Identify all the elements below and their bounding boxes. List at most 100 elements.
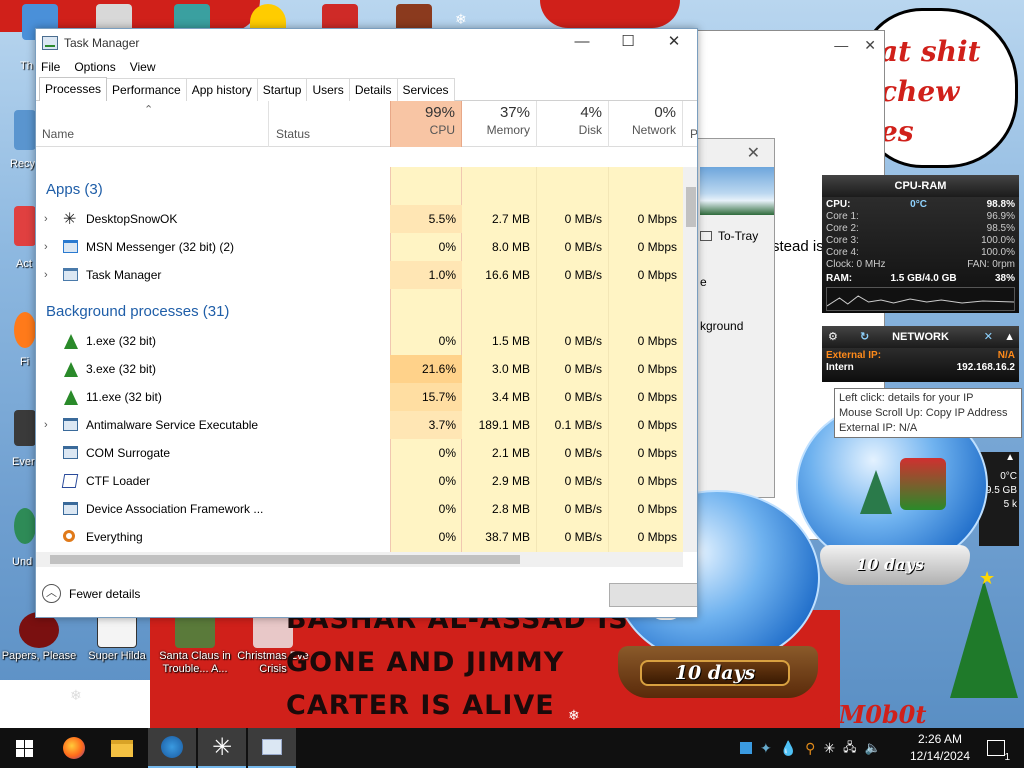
menu-file[interactable]: File	[41, 60, 60, 74]
fewer-details-button[interactable]: ︿ Fewer details	[42, 584, 140, 603]
ram-percent: 38%	[994, 273, 1015, 284]
process-row[interactable]: Everything 0% 38.7 MB 0 MB/s 0 Mbps	[36, 523, 683, 551]
collapse-icon[interactable]: ▲	[1004, 326, 1015, 348]
volume-icon[interactable]: 🔈	[865, 740, 881, 756]
tools-icon[interactable]: ✕	[984, 326, 993, 348]
network-gadget[interactable]: ⚙ ↻ NETWORK ✕ ▲ External IP: N/A Intern 19…	[822, 326, 1019, 382]
desktop-icon-santa-claus[interactable]: Santa Claus in Trouble... A...	[156, 612, 234, 676]
end-task-button[interactable]	[609, 583, 697, 607]
process-row[interactable]: › ✳ DesktopSnowOK 5.5% 2.7 MB 0 MB/s 0 Mbps	[36, 205, 683, 233]
taskbar-msn-messenger[interactable]	[148, 728, 196, 768]
snowflake-tray-icon[interactable]: ✳	[823, 740, 835, 757]
task-manager-window[interactable]: Task Manager — ☐ ✕ File Options View Pro…	[35, 28, 698, 618]
taskbar-firefox[interactable]	[50, 728, 98, 768]
process-network: 0 Mbps	[637, 334, 677, 348]
close-button[interactable]: ✕	[651, 29, 697, 57]
maximize-button[interactable]: ☐	[605, 29, 651, 57]
column-power[interactable]: P	[690, 127, 697, 141]
action-center-button[interactable]: 1	[972, 728, 1020, 768]
to-tray-button[interactable]: To-Tray	[700, 229, 758, 243]
firefox-icon[interactable]	[14, 312, 36, 348]
column-cpu[interactable]: 99% CPU	[390, 101, 462, 147]
scrollbar-thumb[interactable]	[686, 187, 696, 227]
expand-chevron-icon[interactable]: ›	[44, 205, 48, 233]
to-tray-label: To-Tray	[718, 229, 759, 243]
network-settings-icon[interactable]: ⚙	[828, 326, 838, 348]
column-disk[interactable]: 4% Disk	[536, 101, 608, 147]
desktop-icon-label[interactable]: Fi	[20, 356, 29, 368]
process-row[interactable]: Device Association Framework ... 0% 2.8 MB…	[36, 495, 683, 523]
taskbar-task-manager[interactable]	[248, 728, 296, 768]
process-cpu: 0%	[438, 240, 456, 254]
tree-icon	[63, 390, 79, 406]
snowflake-icon: ❄	[455, 11, 467, 27]
process-row[interactable]: 3.exe (32 bit) 21.6% 3.0 MB 0 MB/s 0 Mbps	[36, 355, 683, 383]
process-row[interactable]: 11.exe (32 bit) 15.7% 3.4 MB 0 MB/s 0 Mbps	[36, 383, 683, 411]
tab-startup[interactable]: Startup	[256, 78, 308, 101]
tab-app-history[interactable]: App history	[185, 78, 258, 101]
scrollbar-thumb[interactable]	[50, 555, 520, 564]
folder-icon	[111, 739, 133, 757]
network-icon[interactable]: 🖧	[843, 738, 856, 759]
process-memory: 1.5 MB	[491, 334, 530, 348]
tab-performance[interactable]: Performance	[106, 78, 187, 101]
process-row[interactable]: › MSN Messenger (32 bit) (2) 0% 8.0 MB 0 MB/…	[36, 233, 683, 261]
tab-processes[interactable]: Processes	[39, 77, 108, 101]
process-row[interactable]: CTF Loader 0% 2.9 MB 0 MB/s 0 Mbps	[36, 467, 683, 495]
horizontal-scrollbar[interactable]	[36, 552, 683, 567]
process-memory: 3.4 MB	[491, 390, 530, 404]
expand-chevron-icon[interactable]: ›	[44, 261, 48, 289]
desktop-icon-label[interactable]: Und	[12, 556, 32, 568]
close-icon[interactable]: ✕	[747, 143, 760, 163]
column-network[interactable]: 0% Network	[608, 101, 682, 147]
red-background	[540, 0, 680, 28]
cpu-ram-gadget[interactable]: CPU-RAM CPU: 0°C 98.8% Core 1: 96.9% Core 2…	[822, 175, 1019, 313]
refresh-icon[interactable]: ↻	[860, 326, 869, 348]
desktop-icon-label[interactable]: Ever	[12, 456, 35, 468]
desktop-app-icon[interactable]	[14, 410, 36, 446]
process-cpu: 0%	[438, 334, 456, 348]
title-bar[interactable]: Task Manager — ☐ ✕	[36, 29, 697, 57]
close-icon[interactable]: ✕	[864, 37, 876, 54]
process-row[interactable]: 1.exe (32 bit) 0% 1.5 MB 0 MB/s 0 Mbps	[36, 327, 683, 355]
expand-chevron-icon[interactable]: ›	[44, 411, 48, 439]
column-memory[interactable]: 37% Memory	[462, 101, 536, 147]
desktop-app-icon[interactable]	[14, 206, 36, 246]
desktop-icon-label[interactable]: Recy	[10, 158, 35, 170]
column-header: ⌃ Name Status 99% CPU 37% Memory 4% Disk…	[36, 101, 697, 147]
minimize-icon[interactable]: —	[834, 37, 848, 53]
vertical-scrollbar[interactable]	[683, 167, 697, 552]
tooltip-line: Left click: details for your IP	[839, 392, 974, 404]
messenger-tray-icon[interactable]: ✦	[760, 740, 772, 757]
desktop-app-icon[interactable]	[14, 508, 36, 544]
column-name[interactable]: Name	[42, 127, 74, 141]
search-tray-icon[interactable]: ⚲	[805, 740, 815, 757]
desktop-icon-label[interactable]: Act	[16, 258, 32, 270]
process-row[interactable]: COM Surrogate 0% 2.1 MB 0 MB/s 0 Mbps	[36, 439, 683, 467]
column-status[interactable]: Status	[276, 127, 310, 141]
taskbar-desktopsnowok[interactable]: ✳	[198, 728, 246, 768]
droplet-icon[interactable]: 💧	[780, 740, 797, 757]
tab-details[interactable]: Details	[348, 78, 398, 101]
clock[interactable]: 2:26 AM 12/14/2024	[900, 731, 980, 765]
core-value: 100.0%	[981, 235, 1015, 246]
desktop-icon-papers-please[interactable]: Papers, Please	[0, 612, 78, 663]
process-row[interactable]: › Task Manager 1.0% 16.6 MB 0 MB/s 0 Mbps	[36, 261, 683, 289]
menu-view[interactable]: View	[130, 60, 156, 74]
desktop-icon-label[interactable]: Th	[20, 60, 33, 72]
expand-chevron-icon[interactable]: ›	[44, 233, 48, 261]
tab-services[interactable]: Services	[396, 78, 455, 101]
recycle-bin-icon[interactable]	[14, 110, 36, 150]
minimize-button[interactable]: —	[559, 29, 605, 57]
disk-label: Disk	[578, 123, 602, 137]
start-button[interactable]	[0, 728, 48, 768]
process-row[interactable]: › Antimalware Service Executable 3.7% 189.1…	[36, 411, 683, 439]
background-dialog[interactable]: ✕ To-Tray e kground	[697, 138, 775, 498]
globe-countdown-label: 10 days	[856, 555, 924, 574]
messenger-icon	[63, 240, 79, 256]
menu-options[interactable]: Options	[74, 60, 115, 74]
tab-users[interactable]: Users	[306, 78, 350, 101]
tray-app-icon[interactable]	[740, 742, 752, 754]
taskbar-file-explorer[interactable]	[98, 728, 146, 768]
desktop-icon-super-hilda[interactable]: Super Hilda	[78, 612, 156, 663]
